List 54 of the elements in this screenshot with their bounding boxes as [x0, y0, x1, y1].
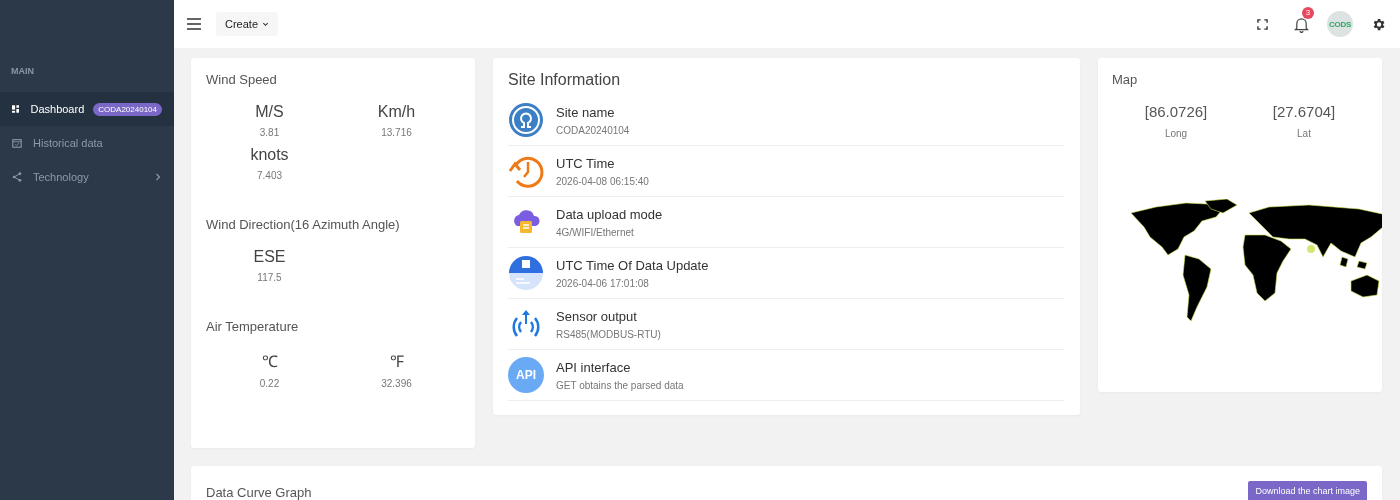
card-title: Wind Speed [206, 72, 278, 87]
unit-label: ℉ [389, 352, 404, 372]
caret-icon [262, 20, 270, 28]
info-value: CODA20240104 [556, 124, 630, 136]
card-title: Data Curve Graph [206, 485, 312, 500]
sidebar-item[interactable]: Technology [0, 160, 174, 194]
reading-value: 117.5 [257, 272, 282, 283]
sidebar-item[interactable]: Historical data [0, 126, 174, 160]
unit-label: ESE [253, 248, 286, 266]
info-value: 2026-04-08 06:15:40 [556, 175, 649, 187]
unit-label: ℃ [261, 352, 278, 372]
notification-badge: 3 [1302, 6, 1314, 19]
info-value: 2026-04-06 17:01:08 [556, 277, 650, 289]
unit-label: M/S [255, 103, 284, 121]
unit-label: Km/h [377, 103, 416, 121]
card-title: Wind Direction(16 Azimuth Angle) [206, 217, 401, 232]
fullscreen-icon[interactable] [1257, 18, 1268, 30]
info-label: UTC Time Of Data Update [556, 257, 709, 273]
share-icon [12, 172, 22, 182]
coordinate-value: [86.0726] [1144, 103, 1208, 120]
reading-value: 7.403 [257, 170, 282, 181]
coordinate-label: Lat [1297, 128, 1311, 139]
info-label: API interface [556, 359, 632, 375]
info-value: RS485(MODBUS-RTU) [556, 328, 661, 340]
reading-value: 0.22 [259, 378, 280, 389]
unit-label: knots [250, 146, 289, 164]
create-button[interactable]: Create [216, 12, 279, 36]
info-label: Site name [556, 104, 616, 120]
reading-value: 13.716 [381, 127, 412, 138]
sidebar-item[interactable]: Dashboard CODA20240104 [0, 92, 174, 126]
api-icon: API [508, 357, 544, 393]
calendar-icon [12, 138, 22, 148]
coordinate-value: [27.6704] [1272, 103, 1336, 120]
menu-icon[interactable] [187, 18, 201, 30]
dashboard-icon [12, 104, 20, 114]
card-title: Air Temperature [206, 319, 300, 334]
section-heading: MAIN [10, 65, 35, 78]
download-button[interactable]: Download the chart image [1248, 481, 1367, 500]
update-icon [508, 255, 544, 291]
site-icon [508, 102, 544, 138]
info-label: UTC Time [556, 155, 616, 171]
site-badge: CODA20240104 [93, 102, 162, 116]
avatar[interactable]: CODS [1327, 11, 1353, 37]
info-label: Sensor output [556, 308, 638, 324]
info-label: Data upload mode [556, 206, 663, 222]
card-title: Site Information [508, 71, 622, 89]
reading-value: 3.81 [259, 127, 280, 138]
reading-value: 32.396 [381, 378, 412, 389]
settings-icon[interactable] [1371, 16, 1386, 32]
info-value: GET obtains the parsed data [556, 379, 684, 391]
coordinate-label: Long [1164, 128, 1188, 139]
card-title: Map [1112, 72, 1139, 87]
info-value: 4G/WIFI/Ethernet [556, 226, 635, 238]
bell-icon[interactable] [1294, 15, 1309, 33]
